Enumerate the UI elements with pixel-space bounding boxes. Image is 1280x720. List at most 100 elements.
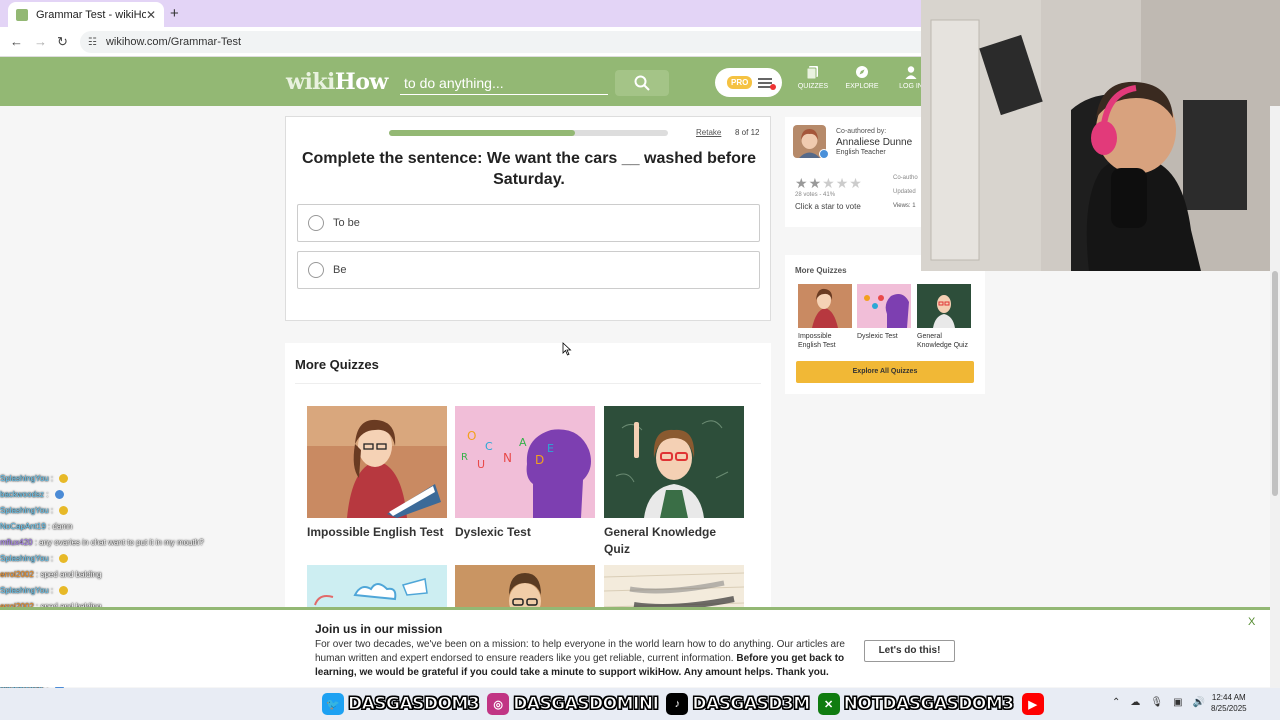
mission-title: Join us in our mission <box>315 622 443 636</box>
star-icon[interactable]: ★ <box>836 175 850 191</box>
quiz-question: Complete the sentence: We want the cars … <box>301 150 757 188</box>
search-input[interactable] <box>400 71 608 95</box>
wikihow-favicon-icon <box>16 8 28 21</box>
forward-arrow-icon[interactable]: → <box>34 34 47 49</box>
pro-menu-button[interactable]: PRO <box>715 68 782 97</box>
impossible-english-thumbnail <box>307 406 447 518</box>
quiz-progress-fill <box>389 130 576 136</box>
author-name[interactable]: Annaliese Dunne <box>836 137 912 148</box>
meta-updated: Updated <box>893 189 916 195</box>
wikihow-logo[interactable]: wikiHow <box>286 69 388 95</box>
answer-option-to-be[interactable]: To be <box>297 204 760 242</box>
nav-quizzes[interactable]: QUIZZES <box>793 65 833 90</box>
quiz-card: Retake 8 of 12 Complete the sentence: We… <box>285 116 771 321</box>
stream-social-banner: 🐦 DASGASDOM3 ◎ DASGASDOMINI ♪ DASGASD3M … <box>322 691 1048 717</box>
chat-emote-icon <box>54 490 64 500</box>
quiz-progress-bar <box>389 130 668 136</box>
vote-count: 28 votes - 41% <box>795 192 836 198</box>
chat-message: SplashingYou : <box>0 503 300 519</box>
network-icon[interactable]: ▣ <box>1173 697 1182 708</box>
explore-all-quizzes-button[interactable]: Explore All Quizzes <box>796 361 974 383</box>
chat-text: any ovaries in chat want to put it in my… <box>39 538 204 547</box>
meta-coauthor: Co-autho <box>893 175 918 181</box>
more-quizzes-title: More Quizzes <box>295 357 379 372</box>
retake-link[interactable]: Retake <box>696 128 721 137</box>
quiz-card-dyslexic[interactable]: O C N A D U R E Dyslexic Test <box>455 406 595 541</box>
site-info-icon[interactable]: ☷ <box>88 37 97 48</box>
chat-username[interactable]: NoCapAnt19 <box>0 522 46 531</box>
sidebar-more-quizzes: More Quizzes Impossible English Test Dys… <box>785 255 985 394</box>
browser-tab[interactable]: Grammar Test - wikiHow ✕ <box>8 2 164 27</box>
nav-explore[interactable]: EXPLORE <box>842 65 882 90</box>
man-glasses-thumbnail <box>455 565 595 613</box>
hamburger-menu-icon <box>758 77 777 90</box>
general-knowledge-thumbnail <box>604 406 744 518</box>
quiz-label: Impossible English Test <box>307 525 444 539</box>
svg-text:R: R <box>461 452 468 463</box>
star-icon[interactable]: ★ <box>822 175 836 191</box>
new-tab-button[interactable]: + <box>170 5 179 22</box>
lets-do-this-button[interactable]: Let's do this! <box>864 640 955 662</box>
star-icon[interactable]: ★ <box>849 175 863 191</box>
chat-emote-icon <box>59 554 69 564</box>
divider <box>295 383 761 384</box>
chat-message: mflux420 : any ovaries in chat want to p… <box>0 538 204 547</box>
answer-label: Be <box>333 264 347 276</box>
search-icon <box>634 75 650 91</box>
quiz-card-general-knowledge[interactable]: General Knowledge Quiz <box>604 406 744 558</box>
sidebar-quiz-impossible-english[interactable]: Impossible English Test <box>798 284 854 350</box>
chat-username[interactable]: SplashingYou <box>0 586 49 595</box>
mouse-cursor-icon <box>562 342 572 356</box>
xbox-icon: ✕ <box>817 693 840 715</box>
radio-button[interactable] <box>308 262 324 278</box>
chat-message: SplashingYou : <box>0 551 300 567</box>
cloud-icon[interactable]: ☁ <box>1130 697 1140 708</box>
sidebar-quiz-general-knowledge[interactable]: General Knowledge Quiz <box>917 284 973 350</box>
back-arrow-icon[interactable]: ← <box>10 34 23 49</box>
url-text: wikihow.com/Grammar-Test <box>105 36 242 48</box>
svg-text:O: O <box>467 429 476 443</box>
chat-message: NoCapAnt19 : damn <box>0 522 73 531</box>
chevron-up-icon[interactable]: ⌃ <box>1112 697 1120 708</box>
chat-text: damn <box>52 522 73 531</box>
star-rating[interactable]: ★★★★★ <box>795 175 863 192</box>
chat-username[interactable]: mflux420 <box>0 538 32 547</box>
chat-username[interactable]: SplashingYou <box>0 554 49 563</box>
sidebar-quiz-label: Impossible English Test <box>798 333 836 349</box>
dyslexic-test-thumbnail <box>857 284 911 328</box>
chat-username[interactable]: SplashingYou <box>0 474 49 483</box>
youtube-icon: ▶ <box>1021 693 1044 715</box>
quiz-card-impossible-english[interactable]: Impossible English Test <box>307 406 447 541</box>
tiktok-icon: ♪ <box>666 693 689 715</box>
compass-icon <box>856 66 868 78</box>
chat-emote-icon <box>59 506 69 516</box>
more-quizzes-section: More Quizzes Impossible English Test O C… <box>285 343 771 613</box>
chat-message: SplashingYou : <box>0 583 300 599</box>
star-icon[interactable]: ★ <box>809 175 823 191</box>
sidebar-quiz-dyslexic[interactable]: Dyslexic Test <box>857 284 913 341</box>
chat-username[interactable]: errol2002 <box>0 570 34 579</box>
chat-message: backwoodsz : <box>0 487 300 503</box>
pro-badge: PRO <box>727 76 753 89</box>
radio-button[interactable] <box>308 215 324 231</box>
search-button[interactable] <box>615 70 669 96</box>
user-icon <box>905 66 917 79</box>
system-tray: ⌃ ☁ 🎙 ▣ 🔊 <box>1112 697 1205 708</box>
close-banner-icon[interactable]: X <box>1248 616 1255 628</box>
chat-username[interactable]: backwoodsz <box>0 490 44 499</box>
page-scrollbar[interactable] <box>1270 106 1280 688</box>
star-icon[interactable]: ★ <box>795 175 809 191</box>
answer-option-be[interactable]: Be <box>297 251 760 289</box>
system-clock[interactable]: 12:44 AM 8/25/2025 <box>1211 692 1247 714</box>
social-handle: NOTDASGASDOM3 <box>843 694 1014 715</box>
scrollbar-thumb[interactable] <box>1272 271 1278 496</box>
sidebar-quizzes-title: More Quizzes <box>795 266 847 275</box>
microphone-icon[interactable]: 🎙 <box>1150 697 1163 708</box>
speech-bubbles-thumbnail <box>307 565 447 613</box>
dictionary-page-thumbnail <box>604 565 744 613</box>
speaker-icon[interactable]: 🔊 <box>1193 697 1205 708</box>
chat-username[interactable]: SplashingYou <box>0 506 49 515</box>
close-tab-icon[interactable]: ✕ <box>146 8 156 22</box>
reload-icon[interactable]: ↻ <box>57 34 68 50</box>
social-handle: DASGASDOMINI <box>513 694 660 715</box>
